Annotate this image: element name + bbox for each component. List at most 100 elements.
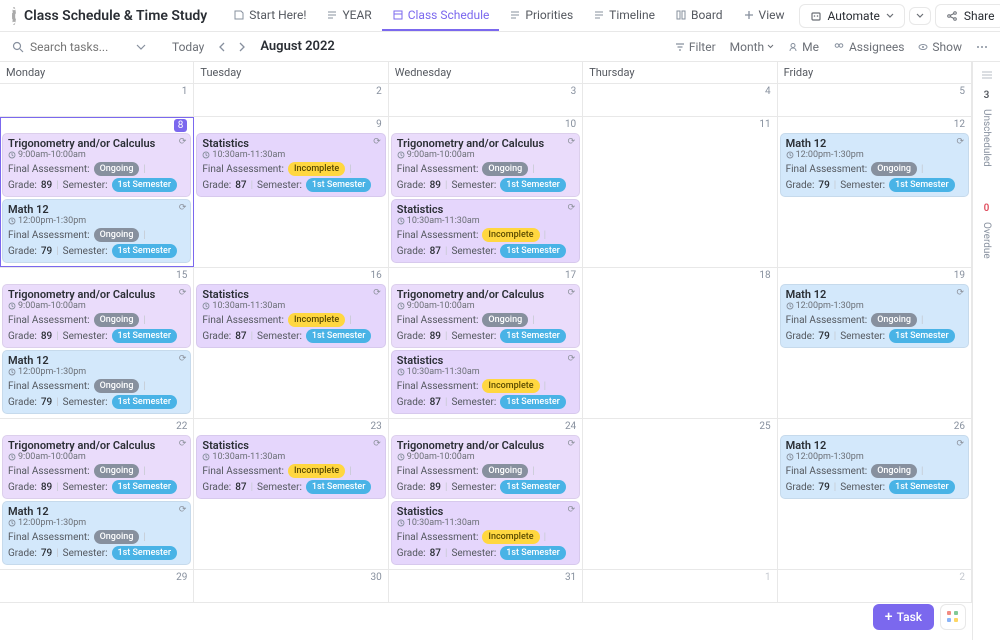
grade-value: 79 bbox=[41, 548, 52, 559]
event-time: 10:30am-11:30am bbox=[202, 452, 379, 462]
event-card[interactable]: ⟳Trigonometry and/or Calculus9:00am-10:0… bbox=[391, 435, 580, 499]
day-cell[interactable]: 9⟳Statistics10:30am-11:30amFinal Assessm… bbox=[194, 117, 388, 267]
event-card[interactable]: ⟳Math 1212:00pm-1:30pmFinal Assessment:O… bbox=[780, 435, 969, 499]
grade-label: Grade: bbox=[786, 331, 815, 342]
view-mode-dropdown[interactable]: Month bbox=[730, 40, 774, 54]
event-card[interactable]: ⟳Math 1212:00pm-1:30pmFinal Assessment:O… bbox=[2, 350, 191, 414]
day-cell[interactable]: 1 bbox=[0, 84, 194, 116]
day-cell[interactable]: 18 bbox=[583, 268, 777, 418]
grade-label: Grade: bbox=[8, 548, 37, 559]
overdue-label[interactable]: Overdue bbox=[981, 222, 992, 259]
semester-badge: 1st Semester bbox=[112, 395, 178, 409]
day-cell[interactable]: 16⟳Statistics10:30am-11:30amFinal Assess… bbox=[194, 268, 388, 418]
day-cell[interactable]: 5 bbox=[778, 84, 972, 116]
day-cell[interactable]: 11 bbox=[583, 117, 777, 267]
assessment-label: Final Assessment: bbox=[397, 381, 479, 392]
day-cell[interactable]: 15⟳Trigonometry and/or Calculus9:00am-10… bbox=[0, 268, 194, 418]
assessment-label: Final Assessment: bbox=[786, 315, 868, 326]
assessment-label: Final Assessment: bbox=[8, 164, 90, 175]
semester-badge: 1st Semester bbox=[889, 329, 955, 343]
event-card[interactable]: ⟳Trigonometry and/or Calculus9:00am-10:0… bbox=[2, 435, 191, 499]
tab-view[interactable]: View bbox=[733, 1, 795, 31]
status-badge: Ongoing bbox=[94, 313, 140, 327]
apps-button[interactable] bbox=[940, 604, 966, 630]
prev-month-button[interactable] bbox=[214, 40, 230, 54]
grade-label: Grade: bbox=[397, 397, 426, 408]
me-filter[interactable]: Me bbox=[788, 40, 819, 54]
grade-value: 89 bbox=[430, 482, 441, 493]
semester-label: Semester: bbox=[451, 397, 496, 408]
filter-button[interactable]: Filter bbox=[675, 40, 716, 54]
tab-priorities[interactable]: Priorities bbox=[499, 1, 583, 31]
day-cell[interactable]: 31 bbox=[389, 570, 583, 602]
automate-dropdown-button[interactable] bbox=[909, 7, 931, 25]
chevron-down-icon[interactable] bbox=[136, 42, 146, 52]
week-row: 8⟳Trigonometry and/or Calculus9:00am-10:… bbox=[0, 117, 972, 268]
tab-year[interactable]: YEAR bbox=[316, 1, 381, 31]
automate-button[interactable]: Automate bbox=[799, 4, 905, 28]
assignees-filter[interactable]: Assignees bbox=[833, 40, 904, 54]
day-cell[interactable]: 26⟳Math 1212:00pm-1:30pmFinal Assessment… bbox=[778, 419, 972, 569]
tab-board[interactable]: Board bbox=[665, 1, 733, 31]
day-cell[interactable]: 30 bbox=[194, 570, 388, 602]
event-card[interactable]: ⟳Trigonometry and/or Calculus9:00am-10:0… bbox=[391, 284, 580, 348]
day-cell[interactable]: 8⟳Trigonometry and/or Calculus9:00am-10:… bbox=[0, 117, 194, 267]
semester-badge: 1st Semester bbox=[112, 546, 178, 560]
status-badge: Ongoing bbox=[482, 162, 528, 176]
search-input[interactable] bbox=[30, 40, 130, 54]
tab-label: Timeline bbox=[609, 8, 655, 22]
day-cell[interactable]: 29 bbox=[0, 570, 194, 602]
grade-value: 87 bbox=[235, 482, 246, 493]
unscheduled-label[interactable]: Unscheduled bbox=[981, 109, 992, 167]
grade-label: Grade: bbox=[202, 482, 231, 493]
day-cell[interactable]: 3 bbox=[389, 84, 583, 116]
status-badge: Incomplete bbox=[482, 228, 539, 242]
day-cell[interactable]: 10⟳Trigonometry and/or Calculus9:00am-10… bbox=[389, 117, 583, 267]
day-cell[interactable]: 17⟳Trigonometry and/or Calculus9:00am-10… bbox=[389, 268, 583, 418]
next-month-button[interactable] bbox=[234, 40, 250, 54]
event-time: 12:00pm-1:30pm bbox=[8, 518, 185, 528]
day-number: 29 bbox=[176, 572, 187, 583]
event-card[interactable]: ⟳Math 1212:00pm-1:30pmFinal Assessment:O… bbox=[2, 501, 191, 565]
weekday-header: Wednesday bbox=[389, 62, 583, 83]
event-card[interactable]: ⟳Statistics10:30am-11:30amFinal Assessme… bbox=[391, 350, 580, 414]
day-cell[interactable]: 12⟳Math 1212:00pm-1:30pmFinal Assessment… bbox=[778, 117, 972, 267]
event-card[interactable]: ⟳Math 1212:00pm-1:30pmFinal Assessment:O… bbox=[780, 284, 969, 348]
event-card[interactable]: ⟳Statistics10:30am-11:30amFinal Assessme… bbox=[391, 501, 580, 565]
weekday-header: Tuesday bbox=[194, 62, 388, 83]
event-card[interactable]: ⟳Statistics10:30am-11:30amFinal Assessme… bbox=[196, 435, 385, 499]
tab-timeline[interactable]: Timeline bbox=[583, 1, 665, 31]
day-cell[interactable]: 25 bbox=[583, 419, 777, 569]
event-card[interactable]: ⟳Statistics10:30am-11:30amFinal Assessme… bbox=[391, 199, 580, 263]
day-cell[interactable]: 19⟳Math 1212:00pm-1:30pmFinal Assessment… bbox=[778, 268, 972, 418]
semester-label: Semester: bbox=[63, 180, 108, 191]
today-button[interactable]: Today bbox=[172, 40, 204, 54]
day-number: 8 bbox=[174, 119, 188, 132]
list-toggle-icon[interactable] bbox=[980, 68, 994, 82]
tab-class-schedule[interactable]: Class Schedule bbox=[382, 1, 500, 31]
semester-badge: 1st Semester bbox=[306, 178, 372, 192]
day-cell[interactable]: 22⟳Trigonometry and/or Calculus9:00am-10… bbox=[0, 419, 194, 569]
new-task-button[interactable]: + Task bbox=[873, 604, 934, 630]
day-cell[interactable]: 24⟳Trigonometry and/or Calculus9:00am-10… bbox=[389, 419, 583, 569]
day-number: 23 bbox=[371, 421, 382, 432]
event-card[interactable]: ⟳Math 1212:00pm-1:30pmFinal Assessment:O… bbox=[780, 133, 969, 197]
day-cell[interactable]: 1 bbox=[583, 570, 777, 602]
share-button[interactable]: Share bbox=[935, 4, 1000, 28]
event-card[interactable]: ⟳Statistics10:30am-11:30amFinal Assessme… bbox=[196, 133, 385, 197]
event-time: 12:00pm-1:30pm bbox=[786, 301, 963, 311]
day-cell[interactable]: 4 bbox=[583, 84, 777, 116]
event-card[interactable]: ⟳Statistics10:30am-11:30amFinal Assessme… bbox=[196, 284, 385, 348]
more-menu[interactable] bbox=[976, 41, 988, 53]
event-card[interactable]: ⟳Trigonometry and/or Calculus9:00am-10:0… bbox=[2, 284, 191, 348]
event-card[interactable]: ⟳Trigonometry and/or Calculus9:00am-10:0… bbox=[391, 133, 580, 197]
month-label: August 2022 bbox=[260, 39, 335, 54]
day-cell[interactable]: 2 bbox=[778, 570, 972, 602]
tab-start-here-[interactable]: Start Here! bbox=[223, 1, 316, 31]
event-card[interactable]: ⟳Math 1212:00pm-1:30pmFinal Assessment:O… bbox=[2, 199, 191, 263]
day-cell[interactable]: 2 bbox=[194, 84, 388, 116]
day-cell[interactable]: 23 ⟳Statistics10:30am-11:30amFinal Assess… bbox=[194, 419, 388, 569]
grade-value: 87 bbox=[430, 397, 441, 408]
show-button[interactable]: Show bbox=[918, 40, 962, 54]
event-card[interactable]: ⟳Trigonometry and/or Calculus9:00am-10:0… bbox=[2, 133, 191, 197]
